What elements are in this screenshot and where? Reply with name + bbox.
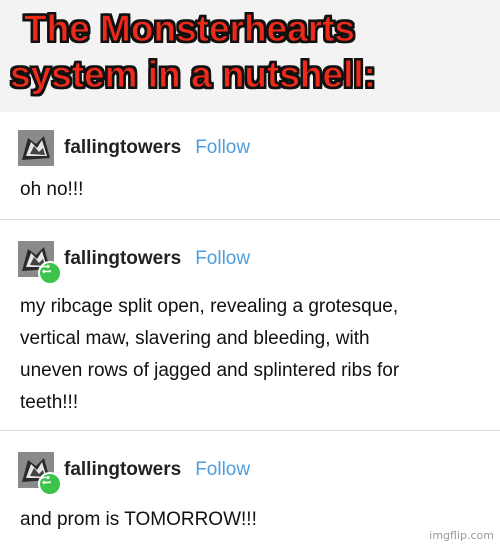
caption-line-2: system in a nutshell: [10,54,377,96]
reblog-badge [38,261,62,285]
post-line: oh no!!! [20,179,84,200]
username[interactable]: fallingtowers [64,248,181,270]
meme-caption: The Monsterhearts system in a nutshell: [0,6,500,98]
post-line: vertical maw, slavering and bleeding, wi… [20,328,370,349]
avatar-icon [18,130,54,166]
username[interactable]: fallingtowers [64,137,181,159]
reblog-icon [41,475,51,485]
post-body: and prom is TOMORROW!!! [20,504,480,536]
post-line: my ribcage split open, revealing a grote… [20,296,399,317]
reblog-badge [38,472,62,496]
post-header: fallingtowers Follow [18,239,250,285]
post-body: oh no!!! [20,174,480,206]
avatar[interactable] [18,241,62,285]
reblog-icon [41,264,51,274]
post-header: fallingtowers Follow [18,128,250,168]
post-line: uneven rows of jagged and splintered rib… [20,360,400,381]
post-line: and prom is TOMORROW!!! [20,509,257,530]
post-3: fallingtowers Follow and prom is TOMORRO… [0,432,500,546]
follow-button[interactable]: Follow [195,459,250,481]
caption-line-1: The Monsterhearts [24,8,356,50]
post-line: teeth!!! [20,392,79,413]
follow-button[interactable]: Follow [195,248,250,270]
avatar[interactable] [18,452,62,496]
post-1: fallingtowers Follow oh no!!! [0,112,500,220]
follow-button[interactable]: Follow [195,137,250,159]
username[interactable]: fallingtowers [64,459,181,481]
imgflip-watermark: imgflip.com [429,529,494,542]
post-header: fallingtowers Follow [18,450,250,496]
post-2: fallingtowers Follow my ribcage split op… [0,221,500,431]
avatar[interactable] [18,130,54,166]
post-body: my ribcage split open, revealing a grote… [20,291,480,419]
